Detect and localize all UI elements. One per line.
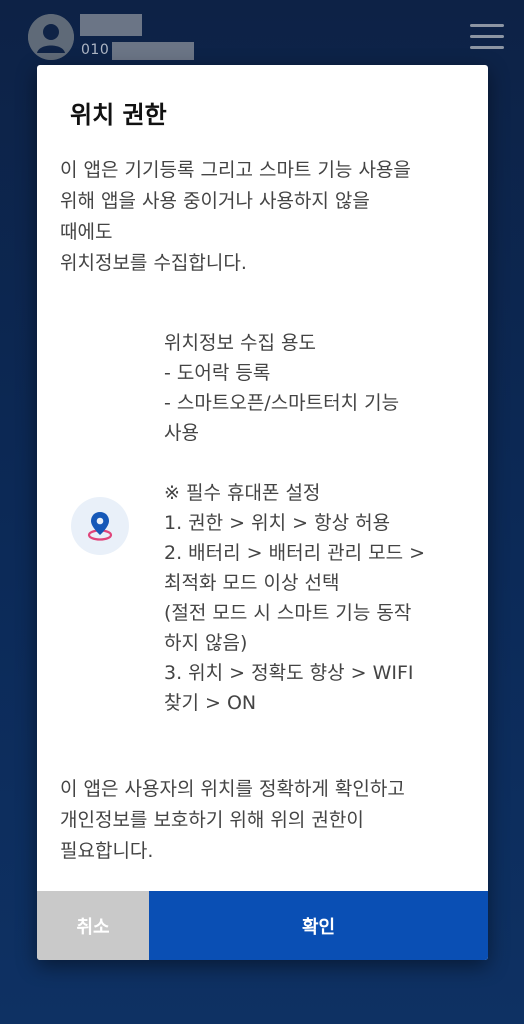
footer-line: 필요합니다.	[60, 840, 154, 862]
settings-line: ※ 필수 휴대폰 설정	[164, 482, 321, 504]
location-pin-icon	[71, 497, 129, 555]
settings-line: 최적화 모드 이상 선택	[164, 572, 340, 594]
intro-line: 때에도	[60, 221, 113, 243]
settings-line: 3. 위치 > 정확도 향상 > WIFI	[164, 662, 414, 684]
intro-line: 이 앱은 기기등록 그리고 스마트 기능 사용을	[60, 159, 411, 181]
purpose-line: - 도어락 등록	[164, 362, 271, 384]
redacted-phone-number	[112, 42, 194, 60]
phone-number-prefix: 010	[81, 42, 110, 58]
intro-line: 위해 앱을 사용 중이거나 사용하지 않을	[60, 190, 370, 212]
dialog-button-row: 취소 확인	[37, 891, 488, 960]
privacy-notice: 이 앱은 사용자의 위치를 정확하게 확인하고 개인정보를 보호하기 위해 위의…	[60, 774, 470, 867]
settings-line: 하지 않음)	[164, 632, 248, 654]
settings-line: 찾기 > ON	[164, 692, 257, 714]
settings-line: (절전 모드 시 스마트 기능 동작	[164, 602, 412, 624]
purpose-line: - 스마트오픈/스마트터치 기능	[164, 392, 400, 414]
footer-line: 이 앱은 사용자의 위치를 정확하게 확인하고	[60, 778, 405, 800]
top-bar: 010	[0, 0, 524, 66]
footer-line: 개인정보를 보호하기 위해 위의 권한이	[60, 809, 364, 831]
user-avatar-icon[interactable]	[28, 14, 74, 60]
settings-line: 1. 권한 > 위치 > 항상 허용	[164, 512, 391, 534]
confirm-button[interactable]: 확인	[149, 891, 488, 960]
location-permission-dialog: 위치 권한 이 앱은 기기등록 그리고 스마트 기능 사용을 위해 앱을 사용 …	[37, 65, 488, 960]
purpose-line: 사용	[164, 422, 199, 444]
hamburger-menu-icon[interactable]	[470, 22, 504, 50]
intro-text: 이 앱은 기기등록 그리고 스마트 기능 사용을 위해 앱을 사용 중이거나 사…	[60, 155, 470, 279]
redacted-user-name	[80, 14, 142, 36]
settings-line: 2. 배터리 > 배터리 관리 모드 >	[164, 542, 426, 564]
dialog-title: 위치 권한	[70, 101, 167, 129]
intro-line: 위치정보를 수집합니다.	[60, 252, 247, 274]
cancel-button[interactable]: 취소	[37, 891, 149, 960]
purpose-line: 위치정보 수집 용도	[164, 332, 316, 354]
location-usage-info: 위치정보 수집 용도 - 도어락 등록 - 스마트오픈/스마트터치 기능 사용 …	[164, 328, 464, 718]
